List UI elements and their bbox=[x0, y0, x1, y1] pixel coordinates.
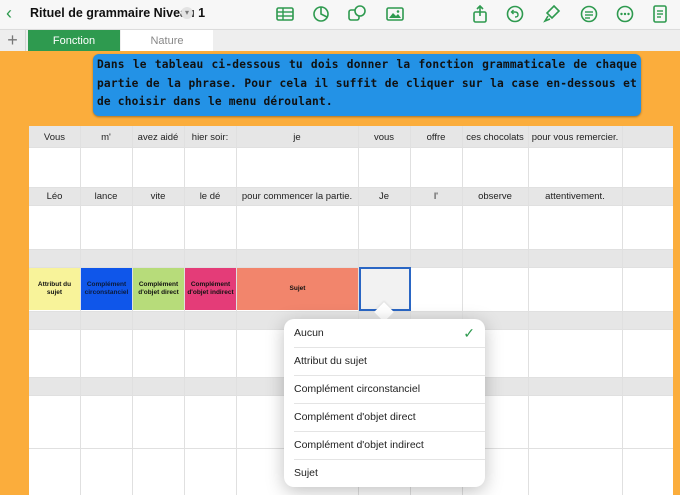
document-icon[interactable] bbox=[650, 4, 670, 24]
tab-nature[interactable]: Nature bbox=[121, 30, 213, 52]
table-cell[interactable]: ces chocolats bbox=[462, 132, 528, 143]
add-sheet-button[interactable]: + bbox=[0, 30, 26, 52]
undo-icon[interactable] bbox=[505, 4, 525, 24]
chevron-left-icon[interactable]: ‹ bbox=[6, 4, 12, 22]
legend-complement-objet-indirect[interactable]: Complément d'objet indirect bbox=[185, 268, 236, 310]
table-cell[interactable]: le dé bbox=[184, 191, 236, 202]
legend-complement-objet-direct[interactable]: Complément d'objet direct bbox=[133, 268, 184, 310]
table-cell[interactable]: lance bbox=[80, 191, 132, 202]
top-toolbar: ‹ Rituel de grammaire Niveau 1 ▾ bbox=[0, 0, 680, 28]
format-brush-icon[interactable] bbox=[542, 4, 562, 24]
instruction-text: Dans le tableau ci-dessous tu dois donne… bbox=[97, 58, 637, 108]
table-cell[interactable]: m' bbox=[80, 132, 132, 143]
table-cell[interactable]: Je bbox=[358, 191, 410, 202]
shapes-icon[interactable] bbox=[347, 4, 367, 24]
menu-item-aucun[interactable]: Aucun ✓ bbox=[284, 319, 485, 347]
table-cell[interactable]: observe bbox=[462, 191, 528, 202]
table-cell[interactable]: attentivement. bbox=[528, 191, 622, 202]
table-cell[interactable]: pour vous remercier. bbox=[528, 132, 622, 143]
menu-item-attribut-du-sujet[interactable]: Attribut du sujet bbox=[284, 347, 485, 375]
list-icon[interactable] bbox=[579, 4, 599, 24]
table-cell[interactable]: offre bbox=[410, 132, 462, 143]
menu-item-complement-circonstanciel[interactable]: Complément circonstanciel bbox=[284, 375, 485, 403]
more-icon[interactable] bbox=[615, 4, 635, 24]
menu-item-complement-objet-indirect[interactable]: Complément d'objet indirect bbox=[284, 431, 485, 459]
media-icon[interactable] bbox=[385, 4, 405, 24]
table-cell[interactable]: vite bbox=[132, 191, 184, 202]
legend-sujet[interactable]: Sujet bbox=[237, 268, 358, 310]
instruction-box[interactable]: Dans le tableau ci-dessous tu dois donne… bbox=[93, 54, 641, 116]
menu-item-complement-objet-direct[interactable]: Complément d'objet direct bbox=[284, 403, 485, 431]
table-cell[interactable]: vous bbox=[358, 132, 410, 143]
table-row bbox=[29, 249, 673, 267]
table-cell[interactable]: pour commencer la partie. bbox=[236, 191, 358, 202]
table-cell[interactable]: l' bbox=[410, 191, 462, 202]
checkmark-icon: ✓ bbox=[463, 325, 475, 341]
menu-item-sujet[interactable]: Sujet bbox=[284, 459, 485, 487]
chart-icon[interactable] bbox=[311, 4, 331, 24]
table-cell[interactable]: Léo bbox=[29, 191, 80, 202]
document-title[interactable]: Rituel de grammaire Niveau 1 bbox=[30, 6, 205, 20]
function-dropdown-menu: Aucun ✓ Attribut du sujet Complément cir… bbox=[284, 319, 485, 487]
share-icon[interactable] bbox=[470, 4, 490, 24]
table-icon[interactable] bbox=[275, 4, 295, 24]
legend-attribut-du-sujet[interactable]: Attribut du sujet bbox=[29, 268, 80, 310]
table-cell[interactable]: Vous bbox=[29, 132, 80, 143]
legend-complement-circonstanciel[interactable]: Complément circonstanciel bbox=[81, 268, 132, 310]
table-cell[interactable]: je bbox=[236, 132, 358, 143]
sheet-tab-bar: + Fonction Nature bbox=[0, 29, 680, 52]
tab-fonction[interactable]: Fonction bbox=[28, 30, 120, 52]
chevron-down-icon[interactable]: ▾ bbox=[181, 7, 193, 19]
table-cell[interactable]: avez aidé bbox=[132, 132, 184, 143]
table-cell[interactable]: hier soir: bbox=[184, 132, 236, 143]
